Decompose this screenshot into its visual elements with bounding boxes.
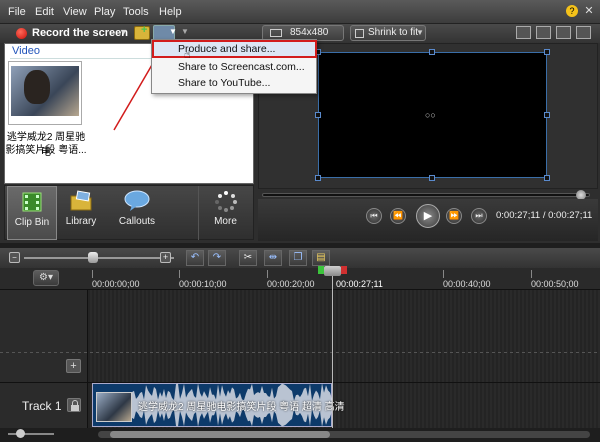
- menu-play[interactable]: Play: [94, 6, 115, 18]
- tab-label: More: [214, 216, 237, 227]
- folder-icon: [70, 190, 92, 211]
- lock-icon[interactable]: [67, 398, 81, 412]
- resize-handle[interactable]: [544, 49, 550, 55]
- selection-end-marker[interactable]: [341, 266, 347, 274]
- chevron-down-icon[interactable]: ▼: [416, 28, 424, 37]
- menu-help[interactable]: Help: [159, 6, 182, 18]
- resize-handle[interactable]: [315, 112, 321, 118]
- play-button[interactable]: ▶: [416, 204, 440, 228]
- record-screen-button[interactable]: Record the screen: [32, 27, 128, 39]
- ruler-tick: [531, 270, 532, 278]
- film-icon: [22, 192, 42, 212]
- skip-back-icon[interactable]: ⏮: [366, 208, 382, 224]
- chevron-down-icon[interactable]: ▼: [169, 27, 177, 36]
- menu-file[interactable]: File: [8, 6, 26, 18]
- ruler-tick: [267, 270, 268, 278]
- split-icon[interactable]: ⇹: [264, 250, 282, 266]
- ruler-label: 00:00:10;00: [179, 279, 227, 289]
- gear-icon[interactable]: ⚙▾: [33, 270, 59, 286]
- playhead-line: [332, 268, 333, 428]
- tab-label: Clip Bin: [14, 217, 50, 228]
- track-height-knob[interactable]: [16, 429, 25, 438]
- hand-pan-icon[interactable]: [536, 26, 551, 39]
- screen-size-icon: [270, 29, 282, 37]
- dimensions-label: 854x480: [290, 27, 329, 38]
- clip-thumbnail-image: [96, 392, 132, 422]
- fast-forward-icon[interactable]: ⏩: [446, 208, 462, 224]
- ruler-label: 00:00:50;00: [531, 279, 579, 289]
- copy-icon[interactable]: ❐: [289, 250, 307, 266]
- menu-edit[interactable]: Edit: [35, 6, 54, 18]
- plus-icon: +: [141, 24, 148, 36]
- skip-forward-icon[interactable]: ⏭: [471, 208, 487, 224]
- speech-bubble-icon: [124, 190, 150, 211]
- menu-item-share-youtube[interactable]: Share to YouTube...: [178, 77, 270, 89]
- tab-label: Library: [65, 216, 97, 227]
- resize-handle[interactable]: [544, 175, 550, 181]
- resize-handle[interactable]: [429, 49, 435, 55]
- ruler-tick: [92, 270, 93, 278]
- add-track-button[interactable]: +: [66, 359, 81, 373]
- track-height-slider[interactable]: [8, 433, 54, 435]
- help-icon[interactable]: ?: [566, 5, 578, 17]
- chevron-down-icon[interactable]: ▼: [119, 27, 128, 37]
- more-dots-icon: [214, 191, 237, 212]
- center-marker-icon: ○○: [425, 110, 436, 120]
- scrollbar-thumb[interactable]: [110, 431, 330, 438]
- overflow-chevron-icon[interactable]: ▼: [181, 27, 189, 36]
- record-icon[interactable]: [16, 28, 27, 39]
- track-name: Track 1: [22, 399, 62, 413]
- menu-view[interactable]: View: [63, 6, 87, 18]
- thumbnail-figure: [24, 70, 50, 104]
- ruler-tick: [179, 270, 180, 278]
- menu-item-share-screencast[interactable]: Share to Screencast.com...: [178, 61, 305, 73]
- menu-item-produce-and-share[interactable]: Produce and share...: [178, 43, 275, 55]
- zoom-slider-knob[interactable]: [88, 252, 98, 263]
- mouse-cursor-icon: ☝: [184, 49, 191, 61]
- cut-icon[interactable]: ✂: [239, 250, 257, 266]
- ruler-label: 00:00:40;00: [443, 279, 491, 289]
- timecode-display: 0:00:27;11 / 0:00:27;11: [496, 210, 593, 221]
- redo-icon[interactable]: ↷: [208, 250, 226, 266]
- section-heading-video: Video: [12, 45, 40, 57]
- resize-handle[interactable]: [429, 175, 435, 181]
- ruler-tick: [443, 270, 444, 278]
- tab-callouts[interactable]: Callouts: [105, 186, 169, 240]
- divider: [0, 352, 600, 353]
- resize-handle[interactable]: [544, 112, 550, 118]
- playhead-handle[interactable]: [324, 266, 341, 276]
- tab-clip-bin[interactable]: Clip Bin: [7, 186, 57, 240]
- rewind-icon[interactable]: ⏪: [390, 208, 406, 224]
- playhead-time: 00:00:27;11: [336, 279, 383, 289]
- zoom-slider[interactable]: [24, 257, 174, 259]
- shrink-icon: [355, 29, 364, 38]
- menu-tools[interactable]: Tools: [123, 6, 149, 18]
- clip-name: 影搞笑片段 粤语...: [5, 145, 87, 156]
- ruler-label: 00:00:00;00: [92, 279, 140, 289]
- close-icon[interactable]: ✕: [583, 5, 595, 17]
- zoom-in-icon[interactable]: +: [160, 252, 171, 263]
- ruler-label: 00:00:20;00: [267, 279, 315, 289]
- timeline-clip-label: 逃学威龙2 周星驰电影搞笑片段 粤语 超清 高清: [138, 402, 345, 413]
- paste-icon[interactable]: ▤: [312, 250, 330, 266]
- menu-bar: File Edit View Play Tools Help: [0, 0, 600, 24]
- preview-scrubber[interactable]: [262, 193, 590, 197]
- tab-more[interactable]: More: [198, 186, 252, 240]
- tab-label: Callouts: [118, 216, 156, 227]
- fit-mode-label: Shrink to fit: [368, 27, 419, 38]
- aspect-icon[interactable]: [516, 26, 531, 39]
- resize-handle[interactable]: [315, 175, 321, 181]
- fullscreen-icon[interactable]: [576, 26, 591, 39]
- zoom-out-icon[interactable]: −: [9, 252, 20, 263]
- tab-library[interactable]: Library: [57, 186, 105, 240]
- crop-icon[interactable]: [556, 26, 571, 39]
- undo-icon[interactable]: ↶: [186, 250, 204, 266]
